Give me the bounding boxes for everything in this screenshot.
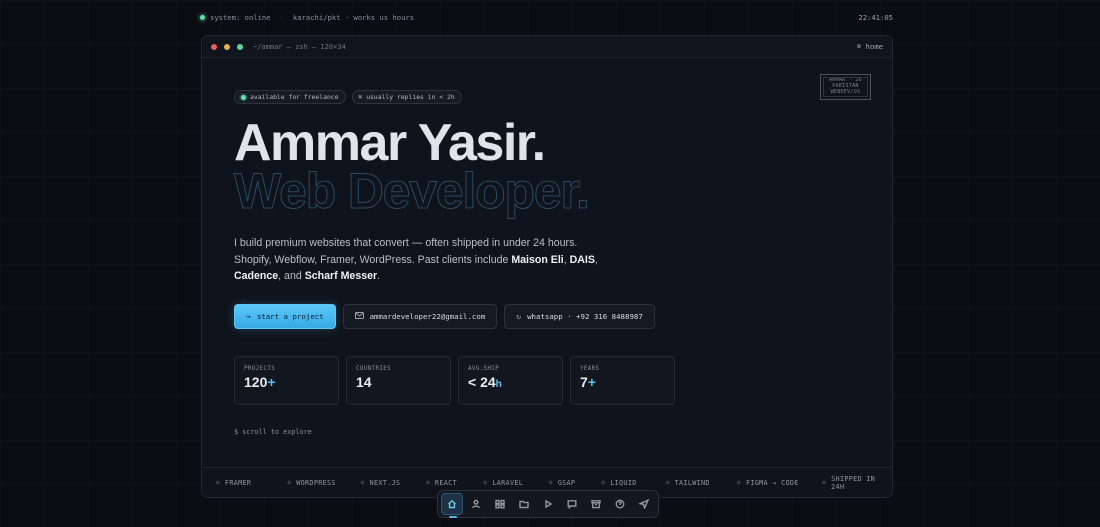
stat-card-avg-ship: AVG.SHIP < 24h bbox=[458, 355, 563, 405]
stats-row: PROJECTS 120+ COUNTRIES 14 AVG.SHIP < 24… bbox=[234, 355, 675, 405]
diamond-icon: ◇ bbox=[601, 479, 606, 486]
maximize-window-icon[interactable] bbox=[237, 43, 243, 50]
arrow-right-icon: → bbox=[246, 311, 251, 321]
email-button[interactable]: ammardeveloper22@gmail.com bbox=[342, 303, 498, 329]
stat-value: 120+ bbox=[244, 373, 276, 390]
ticker-item: ◇ NEXT.JS bbox=[360, 478, 401, 487]
hero-bio: I build premium websites that convert — … bbox=[234, 237, 598, 282]
diamond-icon: ◇ bbox=[216, 479, 220, 486]
folder-icon bbox=[519, 500, 529, 509]
stat-card-countries: COUNTRIES 14 bbox=[346, 355, 451, 405]
start-project-button[interactable]: → start a project bbox=[234, 303, 336, 329]
archive-icon bbox=[591, 500, 601, 509]
diamond-icon: ◇ bbox=[287, 479, 292, 486]
stat-card-years: YEARS 7+ bbox=[570, 355, 675, 405]
chip-label: ⌘ usually replies in < 2h bbox=[358, 93, 455, 101]
location-text: karachi/pkt · works us hours bbox=[292, 12, 415, 22]
hero-section: available for freelance ⌘ usually replie… bbox=[234, 90, 675, 405]
chip-label: available for freelance bbox=[250, 93, 339, 101]
diamond-icon: ◇ bbox=[548, 479, 553, 486]
grid-icon bbox=[495, 499, 505, 509]
dock-media-button[interactable] bbox=[537, 493, 559, 515]
reply-time-chip: ⌘ usually replies in < 2h bbox=[351, 90, 462, 104]
client-name: Cadence bbox=[234, 270, 279, 282]
mail-icon bbox=[354, 311, 364, 321]
stat-value: < 24h bbox=[468, 373, 502, 390]
ticker-item: ◇ TAILWIND bbox=[665, 478, 710, 487]
whatsapp-icon: ↻ bbox=[516, 311, 522, 321]
identity-stamp: AMMAR · 26 PAKISTAN WEBDEV/OS bbox=[820, 74, 871, 100]
ticker-item: ◇ LARAVEL bbox=[483, 478, 524, 487]
ticker-item: ◇ FIGMA → CODE bbox=[737, 478, 799, 487]
clock: 22:41:05 bbox=[858, 12, 893, 22]
send-icon bbox=[639, 499, 649, 509]
bio-end: . bbox=[377, 270, 381, 282]
play-icon bbox=[545, 499, 553, 509]
diamond-icon: ◇ bbox=[822, 479, 827, 486]
ticker-item: ◇ REACT bbox=[426, 478, 457, 487]
scroll-hint: $ scroll to explore bbox=[234, 428, 312, 436]
button-label: ammardeveloper22@gmail.com bbox=[369, 311, 486, 321]
dock-testimonials-button[interactable] bbox=[561, 493, 583, 515]
client-name: Maison Eli bbox=[511, 253, 564, 266]
button-label: whatsapp · +92 316 8488987 bbox=[527, 311, 643, 321]
dock-projects-button[interactable] bbox=[513, 493, 535, 515]
whatsapp-button[interactable]: ↻ whatsapp · +92 316 8488987 bbox=[504, 303, 655, 329]
dock-faq-button[interactable] bbox=[609, 493, 631, 515]
stamp-line: PAKISTAN bbox=[832, 83, 859, 90]
stamp-line: AMMAR · 26 bbox=[828, 77, 863, 83]
stat-card-projects: PROJECTS 120+ bbox=[234, 355, 339, 405]
stat-label: AVG.SHIP bbox=[468, 365, 500, 372]
stat-label: COUNTRIES bbox=[356, 365, 392, 372]
cta-row: → start a project ammardeveloper22@gmail… bbox=[234, 303, 675, 329]
dock-contact-button[interactable] bbox=[633, 493, 655, 515]
stat-label: YEARS bbox=[580, 365, 600, 372]
dock-about-button[interactable] bbox=[465, 493, 487, 515]
stat-value: 7+ bbox=[580, 373, 596, 390]
minimize-window-icon[interactable] bbox=[224, 43, 230, 50]
separator: · bbox=[279, 12, 284, 22]
system-status: system: online bbox=[210, 12, 271, 22]
ticker-item: ◇ GSAP bbox=[548, 478, 576, 487]
diamond-icon: ◇ bbox=[483, 479, 488, 486]
home-icon bbox=[448, 499, 456, 509]
ticker-item: ◇ WORDPRESS bbox=[287, 478, 336, 487]
diamond-icon: ◇ bbox=[426, 479, 430, 486]
window-title: ~/ammar — zsh — 120×34 bbox=[253, 42, 346, 51]
home-link[interactable]: ⌘ home bbox=[857, 42, 883, 51]
user-icon bbox=[472, 499, 480, 509]
status-chips: available for freelance ⌘ usually replie… bbox=[234, 90, 675, 104]
terminal-window: ~/ammar — zsh — 120×34 ⌘ home AMMAR · 26… bbox=[201, 35, 893, 498]
dock-archive-button[interactable] bbox=[585, 493, 607, 515]
stat-value: 14 bbox=[356, 373, 372, 390]
diamond-icon: ◇ bbox=[360, 479, 365, 486]
ticker-item: ◇ LIQUID bbox=[601, 478, 637, 487]
hero-name: Ammar Yasir. bbox=[234, 114, 546, 172]
button-label: start a project bbox=[256, 311, 324, 321]
ticker-item: ◇ FRAMER bbox=[216, 478, 252, 487]
stamp-line: WEBDEV/OS bbox=[830, 89, 861, 96]
hero-role: Web Developer. bbox=[234, 163, 591, 219]
online-indicator-icon bbox=[200, 14, 205, 20]
availability-chip: available for freelance bbox=[234, 90, 346, 104]
client-name: Scharf Messer bbox=[304, 270, 378, 282]
client-name: DAIS bbox=[569, 253, 595, 266]
bottom-dock bbox=[437, 490, 659, 518]
chat-icon bbox=[567, 500, 577, 509]
dock-home-button[interactable] bbox=[441, 493, 463, 518]
stat-label: PROJECTS bbox=[244, 365, 276, 372]
dock-work-button[interactable] bbox=[489, 493, 511, 515]
diamond-icon: ◇ bbox=[737, 479, 741, 486]
close-window-icon[interactable] bbox=[211, 43, 217, 50]
diamond-icon: ◇ bbox=[665, 479, 670, 486]
window-titlebar: ~/ammar — zsh — 120×34 ⌘ home bbox=[202, 36, 892, 58]
help-icon bbox=[615, 499, 625, 509]
ticker-item: ◇ SHIPPED IN 24H bbox=[822, 474, 876, 491]
status-bar: system: online · karachi/pkt · works us … bbox=[200, 11, 893, 23]
available-dot-icon bbox=[241, 94, 246, 100]
